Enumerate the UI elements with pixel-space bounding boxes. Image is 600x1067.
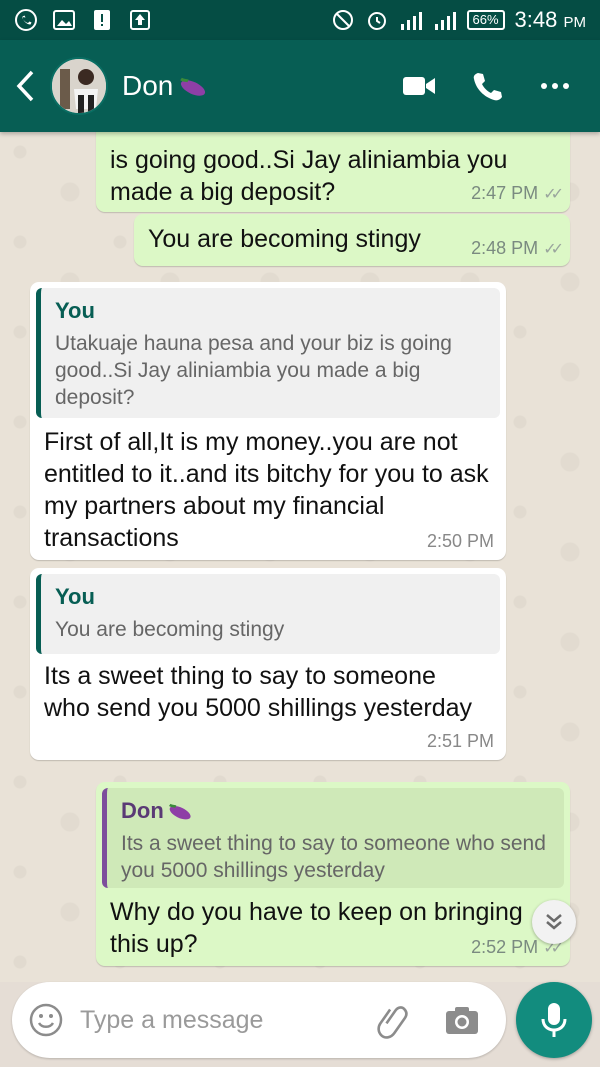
message-text: Why do you have to keep on bringing this… bbox=[110, 898, 523, 958]
alert-icon bbox=[90, 8, 114, 32]
message-input[interactable]: Type a message bbox=[12, 982, 506, 1058]
read-ticks-icon: ✓✓ bbox=[543, 240, 564, 258]
more-horizontal-icon bbox=[541, 83, 569, 89]
quoted-text: Utakuaje hauna pesa and your biz is goin… bbox=[55, 332, 452, 409]
message-time: 2:47 PM bbox=[471, 183, 539, 203]
message-time: 2:51 PM bbox=[426, 731, 494, 751]
voice-call-button[interactable] bbox=[470, 69, 504, 103]
message-list[interactable]: is going good..Si Jay aliniambia you mad… bbox=[0, 132, 600, 982]
message-time: 2:50 PM bbox=[426, 531, 494, 551]
message-bubble-incoming[interactable]: You Utakuaje hauna pesa and your biz is … bbox=[30, 282, 506, 560]
composer-bar: Type a message bbox=[0, 982, 600, 1067]
message-bubble-outgoing[interactable]: is going good..Si Jay aliniambia you mad… bbox=[96, 132, 570, 212]
signal-icon bbox=[399, 8, 423, 32]
avatar[interactable] bbox=[50, 57, 108, 115]
message-meta: 2:47 PM ✓✓ bbox=[471, 183, 564, 204]
eggplant-icon bbox=[180, 77, 206, 96]
read-ticks-icon: ✓✓ bbox=[543, 185, 564, 203]
message-text: Its a sweet thing to say to someone who … bbox=[44, 662, 473, 722]
status-bar: 66% 3:48 PM bbox=[0, 0, 600, 40]
microphone-icon bbox=[541, 1003, 567, 1037]
phone-icon bbox=[473, 73, 502, 101]
message-text: You are becoming stingy bbox=[148, 225, 421, 253]
message-input-placeholder[interactable]: Type a message bbox=[80, 1006, 374, 1035]
quoted-message[interactable]: You Utakuaje hauna pesa and your biz is … bbox=[36, 288, 500, 418]
alarm-icon bbox=[365, 8, 389, 32]
quoted-sender: Don bbox=[121, 798, 550, 824]
emoji-icon[interactable] bbox=[28, 1002, 64, 1038]
message-time: 2:48 PM bbox=[471, 238, 539, 258]
signal-icon bbox=[433, 8, 457, 32]
message-bubble-incoming[interactable]: You You are becoming stingy Its a sweet … bbox=[30, 568, 506, 760]
attach-icon[interactable] bbox=[374, 1000, 414, 1040]
status-ampm: PM bbox=[563, 14, 587, 31]
eggplant-icon bbox=[168, 803, 191, 820]
back-button[interactable] bbox=[0, 40, 50, 132]
chat-header: Don bbox=[0, 40, 600, 132]
video-call-button[interactable] bbox=[402, 69, 436, 103]
quoted-text: You are becoming stingy bbox=[55, 618, 285, 641]
video-camera-icon bbox=[403, 77, 435, 95]
battery-level: 66% bbox=[466, 10, 505, 30]
more-options-button[interactable] bbox=[538, 69, 572, 103]
camera-icon[interactable] bbox=[442, 1000, 482, 1040]
chevron-left-icon bbox=[16, 70, 34, 102]
message-time: 2:52 PM bbox=[471, 937, 539, 957]
message-bubble-outgoing[interactable]: Don Its a sweet thing to say to someone … bbox=[96, 782, 570, 966]
scroll-to-bottom-button[interactable] bbox=[532, 900, 576, 944]
quoted-message[interactable]: Don Its a sweet thing to say to someone … bbox=[102, 788, 564, 888]
quoted-sender-text: Don bbox=[121, 798, 164, 823]
upload-icon bbox=[128, 8, 152, 32]
quoted-message[interactable]: You You are becoming stingy bbox=[36, 574, 500, 654]
status-clock: 3:48 PM bbox=[515, 7, 586, 33]
quoted-sender: You bbox=[55, 584, 95, 609]
avatar-photo-icon bbox=[52, 59, 106, 113]
gallery-icon bbox=[52, 8, 76, 32]
contact-name[interactable]: Don bbox=[122, 70, 209, 102]
voice-message-button[interactable] bbox=[516, 982, 592, 1058]
status-time: 3:48 bbox=[514, 7, 558, 32]
do-not-disturb-icon bbox=[331, 8, 355, 32]
message-meta: 2:48 PM ✓✓ bbox=[471, 238, 564, 259]
contact-name-text: Don bbox=[122, 70, 174, 101]
whatsapp-icon bbox=[14, 8, 38, 32]
double-chevron-down-icon bbox=[546, 914, 562, 930]
quoted-text: Its a sweet thing to say to someone who … bbox=[121, 832, 546, 882]
quoted-sender: You bbox=[55, 298, 95, 323]
message-bubble-outgoing[interactable]: You are becoming stingy 2:48 PM ✓✓ bbox=[134, 214, 570, 266]
